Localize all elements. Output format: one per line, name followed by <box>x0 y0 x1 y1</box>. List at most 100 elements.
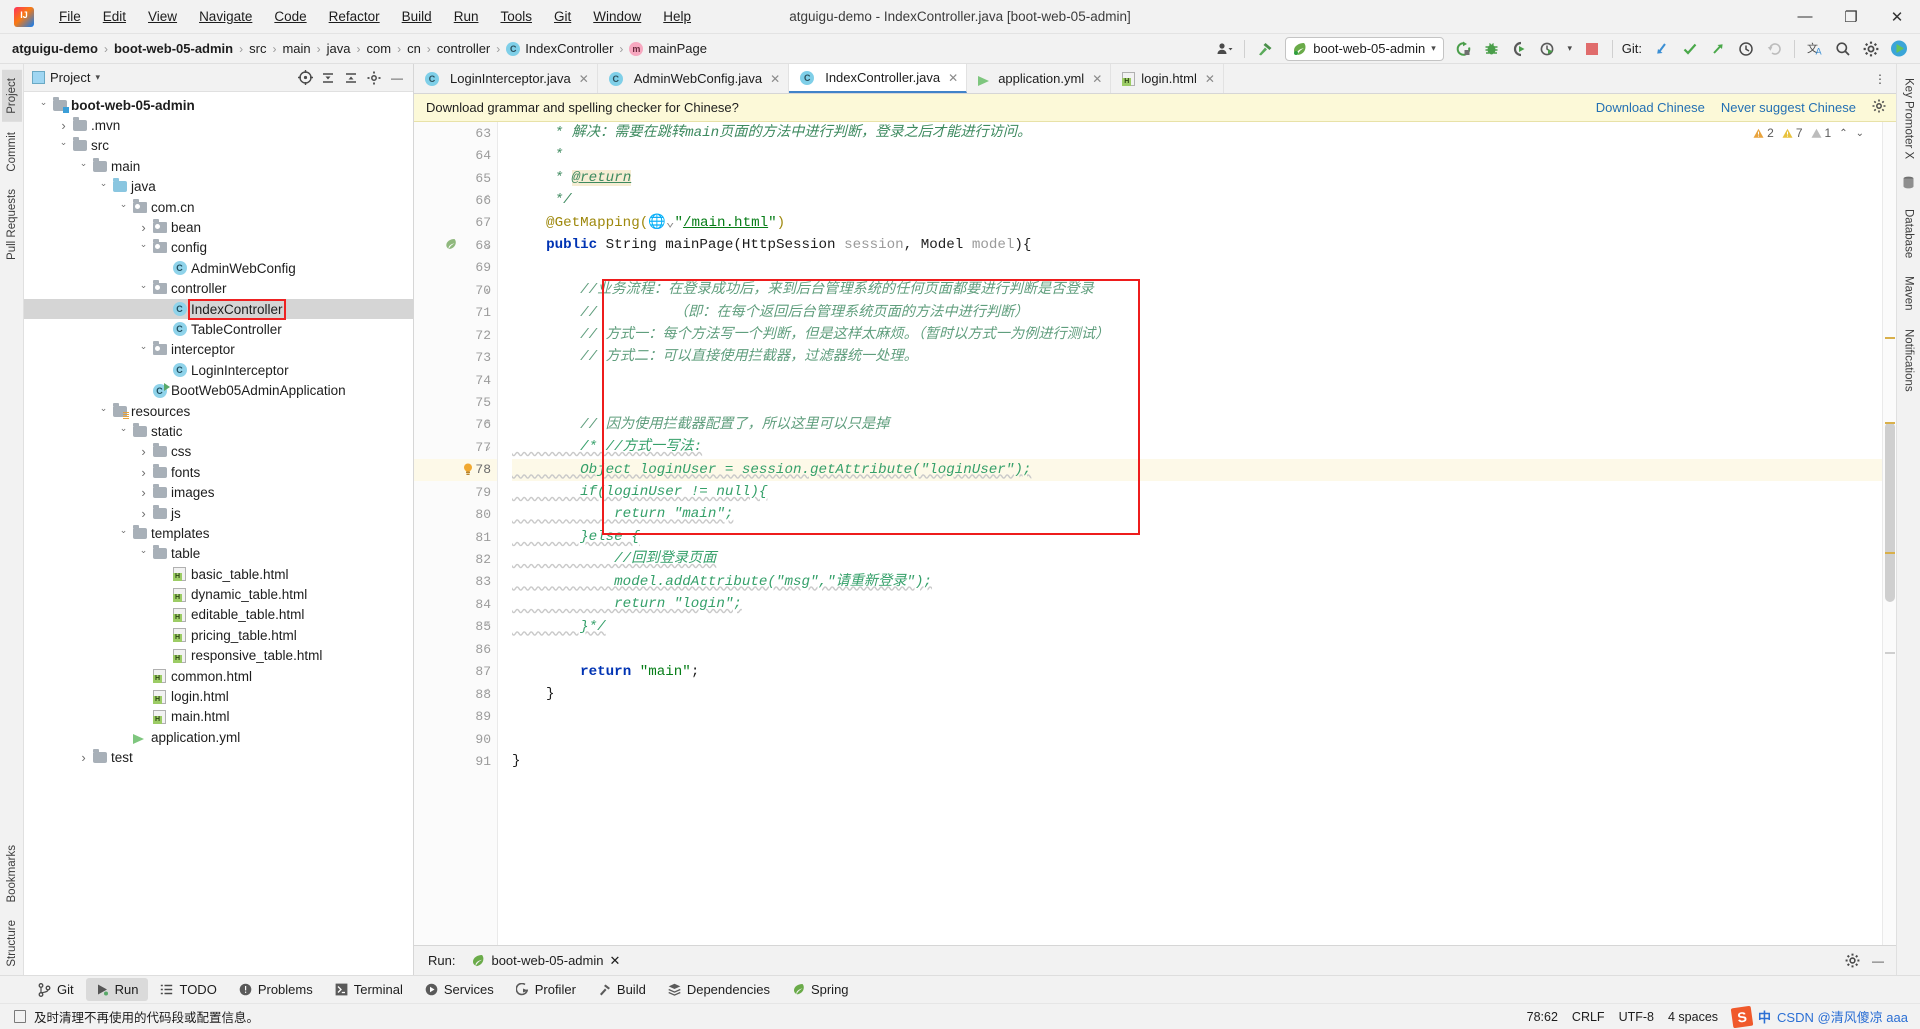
hide-panel-icon[interactable]: — <box>387 68 407 88</box>
close-icon[interactable]: ✕ <box>609 953 620 969</box>
code-line-69[interactable] <box>512 257 1882 279</box>
tree-node-responsive-table-html[interactable]: responsive_table.html <box>24 646 413 666</box>
gutter-line-70[interactable]: ⌄ 70 <box>414 279 497 301</box>
tree-node--mvn[interactable]: .mvn <box>24 115 413 135</box>
tree-node-adminwebconfig[interactable]: C AdminWebConfig <box>24 258 413 278</box>
code-line-71[interactable]: // （即：在每个返回后台管理系统页面的方法中进行判断） <box>512 302 1882 324</box>
menu-refactor[interactable]: Refactor <box>318 5 391 28</box>
tree-toggle-closed-icon[interactable] <box>136 444 151 459</box>
code-line-75[interactable] <box>512 391 1882 413</box>
gutter-line-76[interactable]: ⌃ 76 <box>414 414 497 436</box>
weak-warning-count-chip[interactable]: 1 <box>1811 126 1831 140</box>
tree-node-js[interactable]: js <box>24 503 413 523</box>
build-hammer-icon[interactable] <box>1252 37 1278 61</box>
notification-settings-icon[interactable] <box>1872 99 1886 116</box>
tree-toggle-open-icon[interactable] <box>136 283 151 294</box>
bottom-tab-build[interactable]: Build <box>588 978 656 1001</box>
menu-edit[interactable]: Edit <box>92 5 137 28</box>
locate-file-icon[interactable] <box>295 68 315 88</box>
gutter-line-90[interactable]: 90 <box>414 728 497 750</box>
database-icon[interactable] <box>1902 169 1915 199</box>
sidebar-item-key-promoter-x[interactable]: Key Promoter X <box>1899 70 1919 167</box>
tree-node-interceptor[interactable]: interceptor <box>24 340 413 360</box>
tab-logininterceptor[interactable]: C LoginInterceptor.java ✕ <box>414 64 598 93</box>
minimize-button[interactable]: — <box>1782 0 1828 34</box>
fold-collapse-icon[interactable]: ⌃ <box>485 688 491 700</box>
git-push-icon[interactable] <box>1705 37 1731 61</box>
tree-toggle-closed-icon[interactable] <box>136 506 151 521</box>
code-line-86[interactable] <box>512 638 1882 660</box>
spring-bean-gutter-icon[interactable] <box>444 238 457 255</box>
gutter-line-74[interactable]: 74 <box>414 369 497 391</box>
never-suggest-chinese-link[interactable]: Never suggest Chinese <box>1721 100 1856 115</box>
sidebar-item-commit[interactable]: Commit <box>2 124 22 180</box>
code-line-72[interactable]: // 方式一：每个方法写一个判断，但是这样太麻烦。（暂时以方式一为例进行测试） <box>512 324 1882 346</box>
tree-node-dynamic-table-html[interactable]: dynamic_table.html <box>24 584 413 604</box>
menu-navigate[interactable]: Navigate <box>188 5 263 28</box>
rerun-icon[interactable] <box>1451 37 1477 61</box>
close-icon[interactable]: ✕ <box>1205 72 1215 86</box>
tree-toggle-open-icon[interactable] <box>136 242 151 253</box>
gutter-line-84[interactable]: 84 <box>414 593 497 615</box>
user-account-icon[interactable] <box>1211 37 1237 61</box>
tree-node-tablecontroller[interactable]: C TableController <box>24 319 413 339</box>
gear-icon[interactable] <box>1858 37 1884 61</box>
gutter-line-80[interactable]: 80 <box>414 503 497 525</box>
tree-node-basic-table-html[interactable]: basic_table.html <box>24 564 413 584</box>
fold-expand-icon[interactable]: ⌄ <box>485 441 491 453</box>
tree-node-pricing-table-html[interactable]: pricing_table.html <box>24 625 413 645</box>
gutter-line-82[interactable]: 82 <box>414 548 497 570</box>
close-button[interactable]: ✕ <box>1874 0 1920 34</box>
code-line-79[interactable]: if(loginUser != null){ <box>512 481 1882 503</box>
gutter-line-78[interactable]: 78 <box>414 458 497 481</box>
editor-more-icon[interactable]: ⋮ <box>1870 69 1890 89</box>
code-line-80[interactable]: return "main"; <box>512 503 1882 525</box>
sidebar-item-structure[interactable]: Structure <box>2 912 22 975</box>
gutter-line-79[interactable]: 79 <box>414 481 497 503</box>
tree-toggle-closed-icon[interactable] <box>136 465 151 480</box>
tree-node-editable-table-html[interactable]: editable_table.html <box>24 605 413 625</box>
code-line-87[interactable]: return "main"; <box>512 661 1882 683</box>
sidebar-item-bookmarks[interactable]: Bookmarks <box>2 837 22 911</box>
sidebar-item-notifications[interactable]: Notifications <box>1899 321 1919 400</box>
gutter-line-64[interactable]: 64 <box>414 144 497 166</box>
tree-node-boot-web-05-admin[interactable]: boot-web-05-admin <box>24 95 413 115</box>
code-line-73[interactable]: // 方式二：可以直接使用拦截器，过滤器统一处理。 <box>512 346 1882 368</box>
gutter-line-81[interactable]: 81 <box>414 526 497 548</box>
run-with-coverage-icon[interactable] <box>1507 37 1533 61</box>
code-line-67[interactable]: @GetMapping(🌐⌄"/main.html") <box>512 212 1882 234</box>
gutter-line-69[interactable]: 69 <box>414 257 497 279</box>
sidebar-item-pull-requests[interactable]: Pull Requests <box>2 181 22 268</box>
breadcrumb-src[interactable]: src <box>249 41 266 56</box>
tab-application-yml[interactable]: application.yml ✕ <box>967 64 1112 93</box>
bottom-tab-git[interactable]: Git <box>28 978 84 1001</box>
bottom-tab-problems[interactable]: Problems <box>229 978 323 1001</box>
event-log-icon[interactable] <box>14 1010 26 1023</box>
code-line-63[interactable]: * 解决：需要在跳转main页面的方法中进行判断，登录之后才能进行访问。 <box>512 122 1882 144</box>
tree-node-templates[interactable]: templates <box>24 523 413 543</box>
tree-node-images[interactable]: images <box>24 482 413 502</box>
tree-node-java[interactable]: java <box>24 177 413 197</box>
gutter-line-67[interactable]: 67 <box>414 212 497 234</box>
sidebar-item-database[interactable]: Database <box>1899 201 1919 266</box>
main-menu[interactable]: File Edit View Navigate Code Refactor Bu… <box>48 5 702 28</box>
breadcrumb-com[interactable]: com <box>367 41 392 56</box>
tree-node-config[interactable]: config <box>24 238 413 258</box>
fold-collapse-icon[interactable]: ⌃ <box>485 621 491 633</box>
tree-node-main-html[interactable]: main.html <box>24 707 413 727</box>
menu-run[interactable]: Run <box>443 5 490 28</box>
code-line-66[interactable]: */ <box>512 189 1882 211</box>
intention-bulb-icon[interactable] <box>463 463 473 475</box>
code-line-70[interactable]: //业务流程：在登录成功后，来到后台管理系统的任何页面都要进行判断是否登录 <box>512 279 1882 301</box>
bottom-tab-run[interactable]: Run <box>85 978 149 1001</box>
project-tree[interactable]: boot-web-05-admin .mvn srcmain java com.cn be… <box>24 92 413 975</box>
code-line-90[interactable] <box>512 728 1882 750</box>
breadcrumb-main[interactable]: main <box>282 41 310 56</box>
tree-node-common-html[interactable]: common.html <box>24 666 413 686</box>
download-chinese-link[interactable]: Download Chinese <box>1596 100 1705 115</box>
code-line-68[interactable]: public String mainPage(HttpSession sessi… <box>512 234 1882 256</box>
tree-toggle-open-icon[interactable] <box>96 406 111 417</box>
tree-node-src[interactable]: src <box>24 136 413 156</box>
tree-toggle-closed-icon[interactable] <box>56 118 71 133</box>
gutter-line-68[interactable]: ⌄ 68 <box>414 234 497 256</box>
